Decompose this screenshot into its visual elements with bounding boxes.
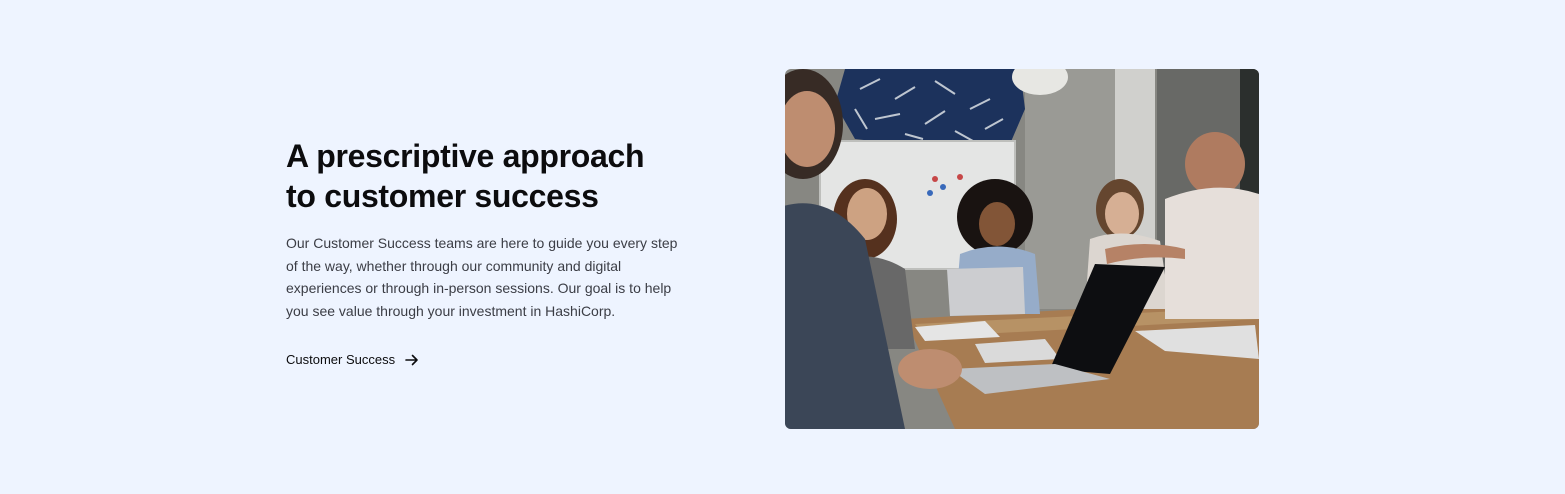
section-headline: A prescriptive approach to customer succ… — [286, 136, 686, 216]
customer-success-section: A prescriptive approach to customer succ… — [0, 0, 1565, 494]
headline-line-1: A prescriptive approach — [286, 138, 645, 174]
customer-success-link[interactable]: Customer Success — [286, 352, 419, 367]
arrow-right-icon — [405, 354, 419, 366]
team-meeting-photo — [785, 69, 1259, 429]
headline-line-2: to customer success — [286, 178, 599, 214]
customer-success-link-label: Customer Success — [286, 352, 396, 367]
text-column: A prescriptive approach to customer succ… — [286, 136, 686, 369]
section-description: Our Customer Success teams are here to g… — [286, 235, 678, 319]
